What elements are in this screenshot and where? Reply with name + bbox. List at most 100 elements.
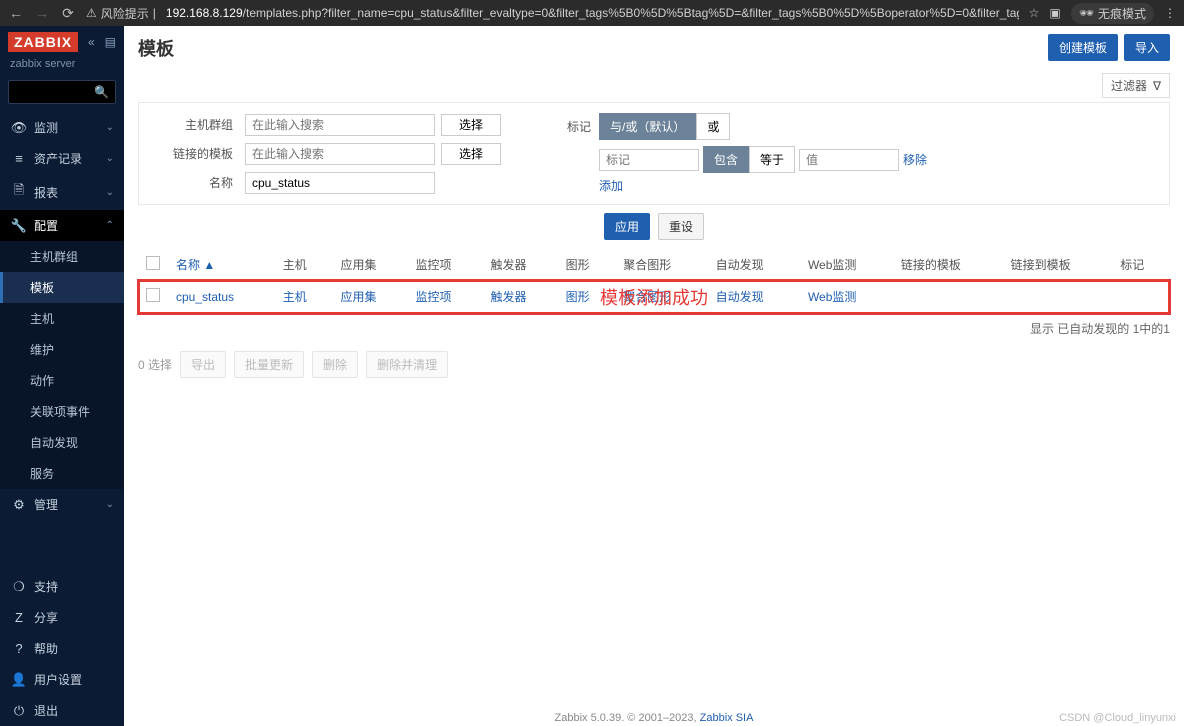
watermark: CSDN @Cloud_linyunxi [1059,712,1176,724]
chevron-up-icon: ⌃ [106,220,114,231]
warning-text: 风险提示 [101,5,149,22]
linkedto-cell [1003,280,1113,314]
gear-icon: ⚙ [10,497,28,513]
share-icon: Z [10,610,28,625]
menu-icon[interactable]: ⋮ [1164,6,1176,20]
annotation-text: 模板添加成功 [600,284,708,310]
tags-label: 标记 [561,118,591,135]
hosts-link[interactable]: 主机 [283,290,307,304]
sidebar-toggle-icon[interactable]: ▤ [105,35,116,49]
extension-icon[interactable]: ▣ [1049,6,1060,20]
remove-tag-link[interactable]: 移除 [903,151,927,168]
sub-hosts[interactable]: 主机 [0,303,124,334]
delete-button[interactable]: 删除 [312,351,358,378]
nav-admin[interactable]: ⚙管理⌄ [0,489,124,520]
address-bar[interactable]: 192.168.8.129/templates.php?filter_name=… [166,6,1019,20]
nav-support[interactable]: ❍支持 [0,571,124,602]
name-label: 名称 [159,174,239,191]
linked-label: 链接的模板 [159,145,239,162]
export-button[interactable]: 导出 [180,351,226,378]
sub-discovery[interactable]: 自动发现 [0,427,124,458]
op-equals-button[interactable]: 等于 [749,146,795,173]
eye-icon: 👁 [10,120,28,136]
col-name[interactable]: 名称 ▲ [168,250,275,280]
sort-asc-icon: ▲ [203,258,215,272]
chevron-down-icon: ⌄ [106,153,114,164]
nav-inventory[interactable]: ≡资产记录⌄ [0,143,124,174]
select-all-checkbox[interactable] [146,256,160,270]
hostgroup-input[interactable] [245,114,435,136]
nav-user[interactable]: 👤用户设置 [0,664,124,695]
sub-hostgroups[interactable]: 主机群组 [0,241,124,272]
andor-and-button[interactable]: 与/或（默认） [599,113,696,140]
sub-actions[interactable]: 动作 [0,365,124,396]
tag-name-input[interactable] [599,149,699,171]
selected-count: 0 选择 [138,356,172,373]
collapse-icon[interactable]: « [88,35,95,49]
reload-icon[interactable]: ⟳ [60,5,76,21]
hostgroup-select-button[interactable]: 选择 [441,114,501,136]
apply-button[interactable]: 应用 [604,213,650,240]
list-icon: ≡ [10,151,28,166]
sub-correlation[interactable]: 关联项事件 [0,396,124,427]
nav-logout[interactable]: ⏻退出 [0,695,124,726]
browser-toolbar: ← → ⟳ ⚠ 风险提示 | 192.168.8.129/templates.p… [0,0,1184,26]
sidebar-search[interactable]: 🔍 [8,80,116,104]
table-summary: 显示 已自动发现的 1中的1 [124,314,1184,343]
discovery-link[interactable]: 自动发现 [716,290,764,304]
back-icon[interactable]: ← [8,5,24,21]
name-input[interactable] [245,172,435,194]
import-button[interactable]: 导入 [1124,34,1170,61]
linked-select-button[interactable]: 选择 [441,143,501,165]
nav-monitor[interactable]: 👁监测⌄ [0,112,124,143]
incognito-badge: 🕶 无痕模式 [1071,3,1154,24]
row-checkbox[interactable] [146,288,160,302]
logo[interactable]: ZABBIX [8,32,78,52]
reset-button[interactable]: 重设 [658,213,704,240]
op-contains-button[interactable]: 包含 [703,146,749,173]
security-warning[interactable]: ⚠ 风险提示 | [86,5,156,22]
filter-toggle[interactable]: 过滤器 ∇ [1102,73,1170,98]
operator-toggle: 包含 等于 [703,146,795,173]
col-linkedto: 链接到模板 [1003,250,1113,280]
server-name: zabbix server [0,58,124,76]
tag-value-input[interactable] [799,149,899,171]
filter-panel: 主机群组 选择 链接的模板 选择 名称 标记 与/或（默认） 或 [138,102,1170,205]
table-header-row: 名称 ▲ 主机 应用集 监控项 触发器 图形 聚合图形 自动发现 Web监测 链… [138,250,1170,280]
wrench-icon: 🔧 [10,218,28,234]
graphs-link[interactable]: 图形 [566,290,590,304]
col-tags: 标记 [1112,250,1170,280]
sub-services[interactable]: 服务 [0,458,124,489]
config-submenu: 主机群组 模板 主机 维护 动作 关联项事件 自动发现 服务 [0,241,124,489]
items-link[interactable]: 监控项 [416,290,452,304]
logout-icon: ⏻ [10,703,28,719]
star-icon[interactable]: ☆ [1029,6,1040,20]
triggers-link[interactable]: 触发器 [491,290,527,304]
sub-templates[interactable]: 模板 [0,272,124,303]
nav-help[interactable]: ?帮助 [0,633,124,664]
col-discovery: 自动发现 [708,250,800,280]
nav-reports[interactable]: 🗎报表⌄ [0,174,124,210]
tags-cell [1112,280,1170,314]
web-link[interactable]: Web监测 [808,290,856,304]
delete-clear-button[interactable]: 删除并清理 [366,351,448,378]
zabbix-link[interactable]: Zabbix SIA [700,712,754,724]
create-template-button[interactable]: 创建模板 [1048,34,1118,61]
nav-config[interactable]: 🔧配置⌃ [0,210,124,241]
massupdate-button[interactable]: 批量更新 [234,351,304,378]
sub-maintenance[interactable]: 维护 [0,334,124,365]
apps-link[interactable]: 应用集 [341,290,377,304]
andor-or-button[interactable]: 或 [696,113,730,140]
linked-input[interactable] [245,143,435,165]
template-name-link[interactable]: cpu_status [176,290,234,304]
bulk-actions: 0 选择 导出 批量更新 删除 删除并清理 [124,343,1184,386]
col-graphs: 图形 [558,250,616,280]
col-triggers: 触发器 [483,250,558,280]
url-host: 192.168.8.129 [166,6,243,20]
chevron-down-icon: ⌄ [106,499,114,510]
forward-icon[interactable]: → [34,5,50,21]
url-path: /templates.php?filter_name=cpu_status&fi… [243,6,1019,20]
add-tag-link[interactable]: 添加 [599,179,623,193]
page-title: 模板 [138,35,174,61]
nav-share[interactable]: Z分享 [0,602,124,633]
